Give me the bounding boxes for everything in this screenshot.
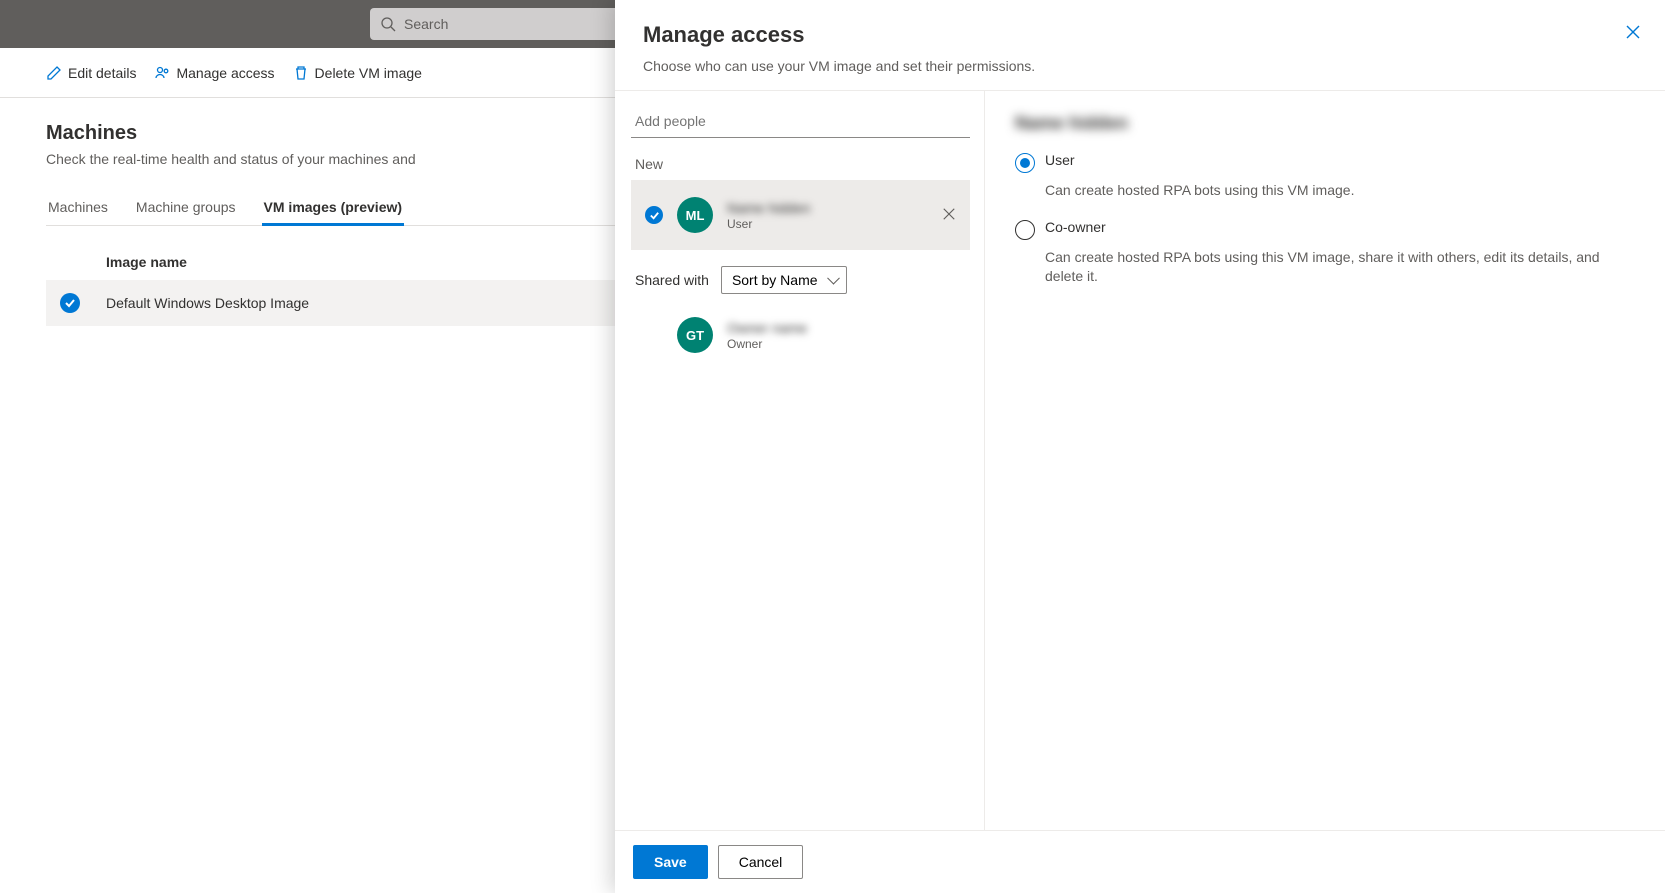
person-role: User [727,217,928,231]
permission-user-description: Can create hosted RPA bots using this VM… [1045,181,1635,201]
pencil-icon [46,65,62,81]
tab-machines[interactable]: Machines [46,191,110,225]
search-placeholder: Search [404,16,448,32]
panel-footer: Save Cancel [615,830,1665,893]
cancel-button[interactable]: Cancel [718,845,804,879]
manage-access-panel: Manage access Choose who can use your VM… [615,0,1665,893]
selected-check-icon [645,206,663,224]
save-button[interactable]: Save [633,845,708,879]
selected-person-name: Name hidden [1015,113,1635,134]
tab-vm-images[interactable]: VM images (preview) [262,191,405,225]
edit-details-button[interactable]: Edit details [46,65,136,81]
tab-machine-groups[interactable]: Machine groups [134,191,238,225]
person-role: Owner [727,337,956,351]
search-box[interactable]: Search [370,8,650,40]
sort-by-select[interactable]: Sort by Name [721,266,847,294]
permission-coowner-description: Can create hosted RPA bots using this VM… [1045,248,1635,287]
new-section-label: New [631,156,970,172]
shared-with-label: Shared with [635,272,709,288]
panel-header: Manage access Choose who can use your VM… [615,0,1665,91]
manage-access-button[interactable]: Manage access [154,65,274,81]
close-icon [942,207,956,221]
close-icon [1625,24,1641,40]
panel-title: Manage access [643,22,1637,48]
avatar: GT [677,317,713,353]
permission-coowner-label: Co-owner [1045,219,1106,235]
close-panel-button[interactable] [1625,24,1641,43]
row-checked-icon[interactable] [60,293,80,313]
person-info: Name hidden User [727,200,928,231]
permission-user-option[interactable]: User [1015,152,1635,173]
remove-person-button[interactable] [942,207,956,224]
delete-vm-image-button[interactable]: Delete VM image [293,65,422,81]
avatar: ML [677,197,713,233]
radio-checked-icon [1015,153,1035,173]
people-column: New ML Name hidden User Shared with [615,91,985,830]
radio-unchecked-icon [1015,220,1035,240]
people-icon [154,65,170,81]
permission-coowner-option[interactable]: Co-owner [1015,219,1635,240]
search-icon [380,16,396,32]
person-name-blurred: Owner name [727,320,956,336]
add-people-input[interactable] [631,105,970,138]
new-person-row[interactable]: ML Name hidden User [631,180,970,250]
person-name-blurred: Name hidden [727,200,928,216]
person-info: Owner name Owner [727,320,956,351]
permissions-column: Name hidden User Can create hosted RPA b… [985,91,1665,830]
panel-subtitle: Choose who can use your VM image and set… [643,58,1637,74]
shared-person-row[interactable]: GT Owner name Owner [631,300,970,370]
permission-user-label: User [1045,152,1075,168]
trash-icon [293,65,309,81]
row-image-name: Default Windows Desktop Image [106,295,309,311]
